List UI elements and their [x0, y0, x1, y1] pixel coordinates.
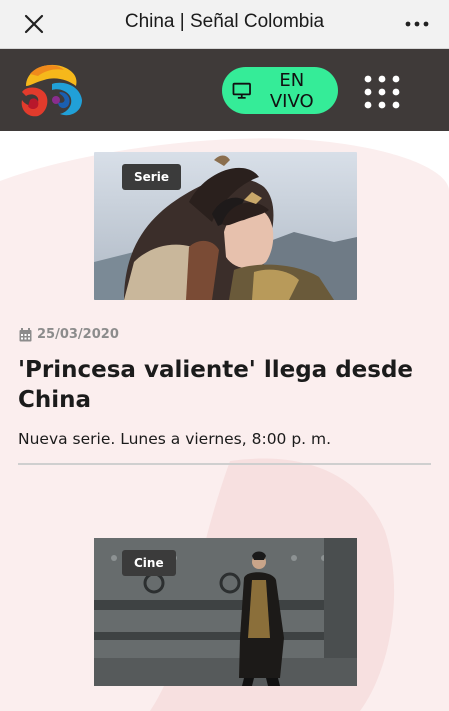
- site-header: EN VIVO: [0, 49, 449, 131]
- divider: [18, 463, 431, 465]
- calendar-icon: [19, 327, 32, 341]
- category-tag[interactable]: Serie: [122, 164, 181, 190]
- live-button[interactable]: EN VIVO: [222, 67, 338, 114]
- app-grid-icon[interactable]: [363, 74, 401, 110]
- category-tag[interactable]: Cine: [122, 550, 176, 576]
- tv-monitor-icon: [232, 82, 251, 99]
- article-title[interactable]: 'Princesa valiente' llega desde China: [18, 355, 428, 415]
- article-image[interactable]: Serie: [94, 152, 357, 300]
- browser-top-bar: China | Señal Colombia: [0, 0, 449, 49]
- more-options-icon[interactable]: [403, 10, 431, 38]
- article-date: 25/03/2020: [19, 327, 119, 342]
- page-title: China | Señal Colombia: [124, 11, 325, 32]
- live-label: EN VIVO: [269, 69, 314, 112]
- close-icon[interactable]: [20, 10, 48, 38]
- senal-colombia-logo[interactable]: [16, 56, 88, 124]
- article-subtitle: Nueva serie. Lunes a viernes, 8:00 p. m.: [18, 430, 332, 448]
- article-image[interactable]: Cine: [94, 538, 357, 686]
- article-date-text: 25/03/2020: [37, 327, 119, 342]
